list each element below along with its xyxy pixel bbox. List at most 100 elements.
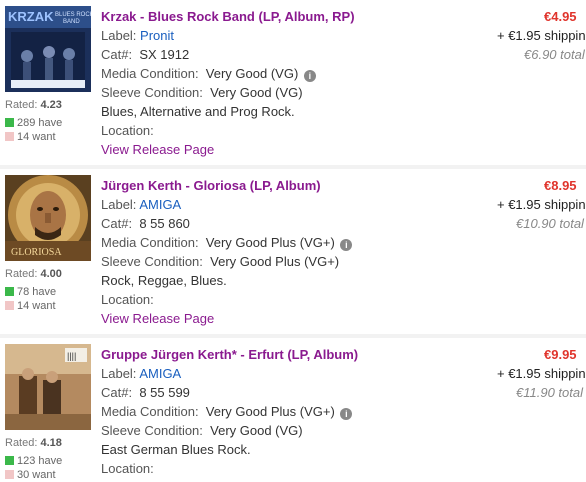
catno-key: Cat#: — [101, 216, 133, 231]
listing-info: Krzak - Blues Rock Band (LP, Album, RP) … — [101, 7, 491, 159]
sleeve-condition-value: Very Good Plus (VG+) — [210, 254, 340, 269]
item-title-link[interactable]: Krzak - Blues Rock Band (LP, Album, RP) — [101, 7, 491, 26]
want-text: 14 want — [17, 300, 56, 312]
want-pink-square-icon — [5, 470, 14, 479]
label-line: Label: AMIGA — [101, 195, 491, 214]
community-rating: Rated: 4.23 — [5, 99, 62, 112]
want-count[interactable]: 14 want — [5, 131, 56, 144]
label-key: Label: — [101, 366, 137, 381]
listing-info: Gruppe Jürgen Kerth* - Erfurt (LP, Album… — [101, 345, 491, 478]
album-cover-image[interactable]: KRZAK BLUES ROCK BAND — [5, 6, 91, 92]
seller-comment: Rock, Reggae, Blues. — [101, 273, 227, 288]
listing-info: Jürgen Kerth - Gloriosa (LP, Album) Labe… — [101, 176, 491, 328]
media-condition-line: Media Condition: Very Good (VG) i — [101, 64, 491, 83]
have-text: 123 have — [17, 455, 63, 467]
catno-line: Cat#: 8 55 599 — [101, 383, 491, 402]
location-line: Location: — [101, 461, 154, 476]
label-line: Label: AMIGA — [101, 364, 491, 383]
sleeve-condition-value: Very Good (VG) — [210, 85, 303, 100]
have-count[interactable]: 78 have — [5, 286, 56, 299]
price-block: €4.95 + €1.95 shipping €6.90 total — [496, 0, 586, 70]
item-title-link[interactable]: Jürgen Kerth - Gloriosa (LP, Album) — [101, 176, 491, 195]
total-price: €11.90 total — [516, 385, 583, 400]
media-condition-key: Media Condition: — [101, 66, 199, 81]
location-line: Location: — [101, 123, 154, 138]
sleeve-condition-key: Sleeve Condition: — [101, 85, 203, 100]
have-count[interactable]: 123 have — [5, 455, 62, 468]
community-rating: Rated: 4.18 — [5, 437, 62, 450]
media-condition-line: Media Condition: Very Good Plus (VG+) i — [101, 402, 491, 421]
want-pink-square-icon — [5, 301, 14, 310]
catno-key: Cat#: — [101, 385, 133, 400]
item-price: €4.95 — [544, 9, 577, 24]
catno-line: Cat#: SX 1912 — [101, 45, 491, 64]
listing-row: |||| Rated: 4.18 123 have 30 want Gruppe… — [0, 338, 586, 482]
sleeve-condition-line: Sleeve Condition: Very Good (VG) — [101, 83, 491, 102]
item-price: €8.95 — [544, 178, 577, 193]
want-text: 30 want — [17, 469, 56, 481]
price-block: €9.95 + €1.95 shipping €11.90 total — [496, 338, 586, 408]
price-block: €8.95 + €1.95 shipping €10.90 total — [496, 169, 586, 239]
sleeve-condition-key: Sleeve Condition: — [101, 423, 203, 438]
catno-value: SX 1912 — [139, 47, 190, 62]
want-count[interactable]: 14 want — [5, 300, 56, 313]
shipping-price: + €1.95 shipping — [497, 197, 586, 212]
catno-value: 8 55 599 — [139, 385, 190, 400]
seller-comment: Blues, Alternative and Prog Rock. — [101, 104, 295, 119]
have-text: 289 have — [17, 117, 63, 129]
label-link[interactable]: AMIGA — [139, 366, 181, 381]
item-title-link[interactable]: Gruppe Jürgen Kerth* - Erfurt (LP, Album… — [101, 345, 491, 364]
info-circle-icon[interactable]: i — [303, 70, 316, 82]
sleeve-condition-key: Sleeve Condition: — [101, 254, 203, 269]
listing-row: KRZAK BLUES ROCK BAND Rated: 4.23 289 ha… — [0, 0, 586, 165]
rating-value: 4.18 — [40, 437, 62, 449]
community-rating: Rated: 4.00 — [5, 268, 62, 281]
label-key: Label: — [101, 28, 137, 43]
label-link[interactable]: Pronit — [140, 28, 174, 43]
rating-label: Rated: — [5, 437, 38, 449]
shipping-price: + €1.95 shipping — [497, 28, 586, 43]
media-condition-key: Media Condition: — [101, 235, 199, 250]
want-count[interactable]: 30 want — [5, 469, 56, 482]
media-condition-value: Very Good (VG) — [205, 66, 299, 81]
total-price: €10.90 total — [516, 216, 584, 231]
catno-line: Cat#: 8 55 860 — [101, 214, 491, 233]
listing-row: GLORIOSA Rated: 4.00 78 have 14 want Jür… — [0, 169, 586, 334]
sleeve-condition-line: Sleeve Condition: Very Good (VG) — [101, 421, 491, 440]
want-text: 14 want — [17, 131, 56, 143]
catno-value: 8 55 860 — [139, 216, 190, 231]
item-price: €9.95 — [544, 347, 577, 362]
shipping-price: + €1.95 shipping — [497, 366, 586, 381]
svg-text:BLUES ROCK: BLUES ROCK — [55, 12, 91, 18]
catno-key: Cat#: — [101, 47, 133, 62]
have-count[interactable]: 289 have — [5, 117, 62, 130]
have-green-square-icon — [5, 118, 14, 127]
location-line: Location: — [101, 292, 154, 307]
label-key: Label: — [101, 197, 137, 212]
svg-text:KRZAK: KRZAK — [8, 9, 54, 24]
seller-comment: East German Blues Rock. — [101, 442, 251, 457]
have-text: 78 have — [17, 286, 57, 298]
media-condition-value: Very Good Plus (VG+) — [205, 404, 335, 419]
have-green-square-icon — [5, 287, 14, 296]
info-circle-icon[interactable]: i — [340, 239, 353, 251]
label-line: Label: Pronit — [101, 26, 491, 45]
svg-text:BAND: BAND — [63, 19, 80, 25]
album-cover-image[interactable]: GLORIOSA — [5, 175, 91, 261]
album-cover-image[interactable]: |||| — [5, 344, 91, 430]
media-condition-key: Media Condition: — [101, 404, 199, 419]
label-link[interactable]: AMIGA — [139, 197, 181, 212]
media-condition-line: Media Condition: Very Good Plus (VG+) i — [101, 233, 491, 252]
svg-text:GLORIOSA: GLORIOSA — [11, 247, 62, 258]
rating-label: Rated: — [5, 268, 38, 280]
info-circle-icon[interactable]: i — [340, 408, 353, 420]
sleeve-condition-value: Very Good (VG) — [210, 423, 303, 438]
total-price: €6.90 total — [524, 47, 585, 62]
have-green-square-icon — [5, 456, 14, 465]
rating-value: 4.23 — [40, 99, 62, 111]
rating-value: 4.00 — [40, 268, 62, 280]
view-release-page-link[interactable]: View Release Page — [101, 140, 491, 159]
view-release-page-link[interactable]: View Release Page — [101, 309, 491, 328]
media-condition-value: Very Good Plus (VG+) — [205, 235, 335, 250]
sleeve-condition-line: Sleeve Condition: Very Good Plus (VG+) — [101, 252, 491, 271]
